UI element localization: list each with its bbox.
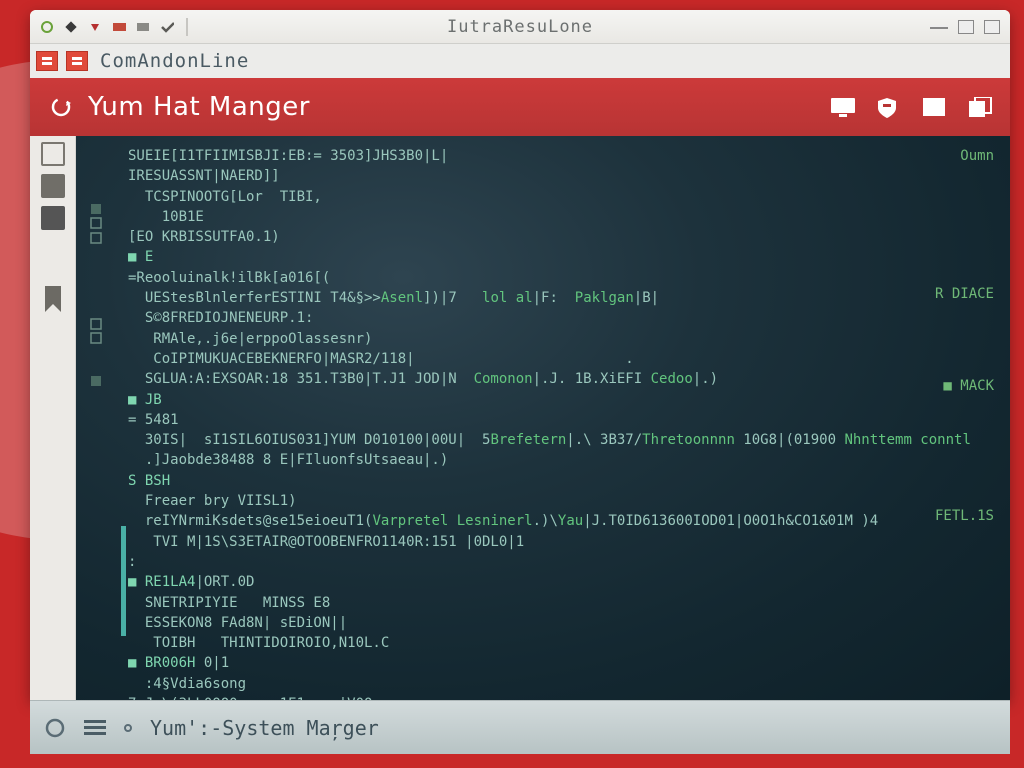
annot-0: Oumn bbox=[960, 146, 994, 166]
tab-icon-1[interactable] bbox=[36, 51, 58, 71]
app-body: Oumn R DIACE ■ MACK FETL.1S SUEIE[I1TFII… bbox=[30, 136, 1010, 700]
history-panel-icon[interactable] bbox=[41, 206, 65, 230]
terminal-line: TVI M|1S\S3ETAIR@OTOOBENFRO1140R:151 |0D… bbox=[128, 532, 994, 552]
tab-icon-2[interactable] bbox=[66, 51, 88, 71]
annot-1: R DIACE bbox=[935, 284, 994, 304]
window-diamond-icon[interactable] bbox=[64, 20, 78, 34]
window-titlebar[interactable]: IutraResuLone bbox=[30, 10, 1010, 44]
annot-3: FETL.1S bbox=[935, 506, 994, 526]
terminal-line: CoIPIMUKUACEBEKNERFO|MASR2/118| . bbox=[128, 349, 994, 369]
taskbar-status-dot-icon bbox=[124, 724, 132, 732]
packages-panel-icon[interactable] bbox=[41, 142, 65, 166]
app-header: Yum Hat Manger bbox=[30, 78, 1010, 136]
terminal-line: S©8FREDIOJNENEURP.1: bbox=[128, 308, 994, 328]
taskbar-menu-icon[interactable] bbox=[84, 717, 106, 739]
refresh-icon[interactable] bbox=[48, 94, 74, 120]
application-window: IutraResuLone ComAndonLine Yum Hat Mange… bbox=[30, 10, 1010, 700]
terminal-line: S BSH bbox=[128, 471, 994, 491]
terminal-line: = 5481 bbox=[128, 410, 994, 430]
close-button[interactable] bbox=[984, 20, 1000, 34]
terminal-line: ■ E bbox=[128, 247, 994, 267]
minimize-button[interactable] bbox=[930, 25, 948, 29]
terminal-line: IRESUASSNT|NAERD]] bbox=[128, 166, 994, 186]
taskbar-app-indicator-icon[interactable] bbox=[44, 717, 66, 739]
copy-icon[interactable] bbox=[968, 97, 992, 117]
terminal-line: 30IS| sI1SIL6OIUS031]YUM D010100|00U| 5B… bbox=[128, 430, 994, 450]
terminal-line: ■ RE1LA4|ORT.0D bbox=[128, 572, 994, 592]
terminal-output[interactable]: Oumn R DIACE ■ MACK FETL.1S SUEIE[I1TFII… bbox=[76, 136, 1010, 700]
taskbar[interactable]: Yum':-System Maŗger bbox=[30, 700, 1010, 754]
terminal-gutter bbox=[76, 136, 120, 700]
terminal-line: SNETRIPIYIE MINSS E8 bbox=[128, 593, 994, 613]
maximize-button[interactable] bbox=[958, 20, 974, 34]
tab-title: ComAndonLine bbox=[100, 50, 249, 72]
titlebar-right-controls bbox=[930, 20, 1000, 34]
terminal-line: ESSEKON8 FAd8N| sEDiON|| bbox=[128, 613, 994, 633]
terminal-line: SUEIE[I1TFIIMISBJI:EB:= 3503]JHS3B0|L| bbox=[128, 146, 994, 166]
terminal-line: ■ JB bbox=[128, 390, 994, 410]
taskbar-title[interactable]: Yum':-System Maŗger bbox=[150, 716, 379, 740]
terminal-line: TOIBH THINTIDOIROIO,N10L.C bbox=[128, 633, 994, 653]
window-check-icon[interactable] bbox=[160, 20, 174, 34]
window-grey-icon[interactable] bbox=[136, 20, 150, 34]
sidebar bbox=[30, 136, 76, 700]
terminal-line: RMAle,.j6e|erppoOlassesnr) bbox=[128, 329, 994, 349]
bookmark-panel-icon[interactable] bbox=[42, 286, 64, 314]
repos-panel-icon[interactable] bbox=[41, 174, 65, 198]
terminal-line: .]Jaobde38488 8 E|FIluonfsUtsaeau|.) bbox=[128, 450, 994, 470]
titlebar-left-controls bbox=[40, 18, 190, 36]
window-icon[interactable] bbox=[922, 97, 946, 117]
tab-bar: ComAndonLine bbox=[30, 44, 1010, 78]
terminal-line: :4§Vdia6song bbox=[128, 674, 994, 694]
annot-2: ■ MACK bbox=[943, 376, 994, 396]
terminal-line: =Reooluinalk!ilBk[a016[( bbox=[128, 268, 994, 288]
terminal-line: SGLUA:A:EXSOAR:18 351.T3B0|T.J1 JOD|N Co… bbox=[128, 369, 994, 389]
terminal-line: 10B1E bbox=[128, 207, 994, 227]
window-divider-icon bbox=[186, 18, 188, 36]
window-dot-green-icon[interactable] bbox=[40, 20, 54, 34]
terminal-line: Freaer bry VIISL1) bbox=[128, 491, 994, 511]
terminal-line: reIYNrmiKsdets@se15eioeuT1(Varpretel Les… bbox=[128, 511, 994, 531]
header-actions bbox=[830, 97, 992, 117]
window-stop-icon[interactable] bbox=[112, 20, 126, 34]
terminal-line: TCSPINOOTG[Lor TIBI, bbox=[128, 187, 994, 207]
terminal-line: ■ BR006H 0|1 bbox=[128, 653, 994, 673]
terminal-line: [EO KRBISSUTFA0.1) bbox=[128, 227, 994, 247]
terminal-cursor-bar bbox=[121, 526, 126, 636]
shield-icon[interactable] bbox=[876, 97, 900, 117]
app-title: Yum Hat Manger bbox=[88, 92, 310, 122]
window-down-icon[interactable] bbox=[88, 20, 102, 34]
display-icon[interactable] bbox=[830, 97, 854, 117]
terminal-line: UEStesBlnlerferESTINI T4&§>>Asenl])|7 lo… bbox=[128, 288, 994, 308]
terminal-lines: SUEIE[I1TFIIMISBJI:EB:= 3503]JHS3B0|L|IR… bbox=[128, 146, 994, 700]
terminal-line: : bbox=[128, 552, 994, 572]
